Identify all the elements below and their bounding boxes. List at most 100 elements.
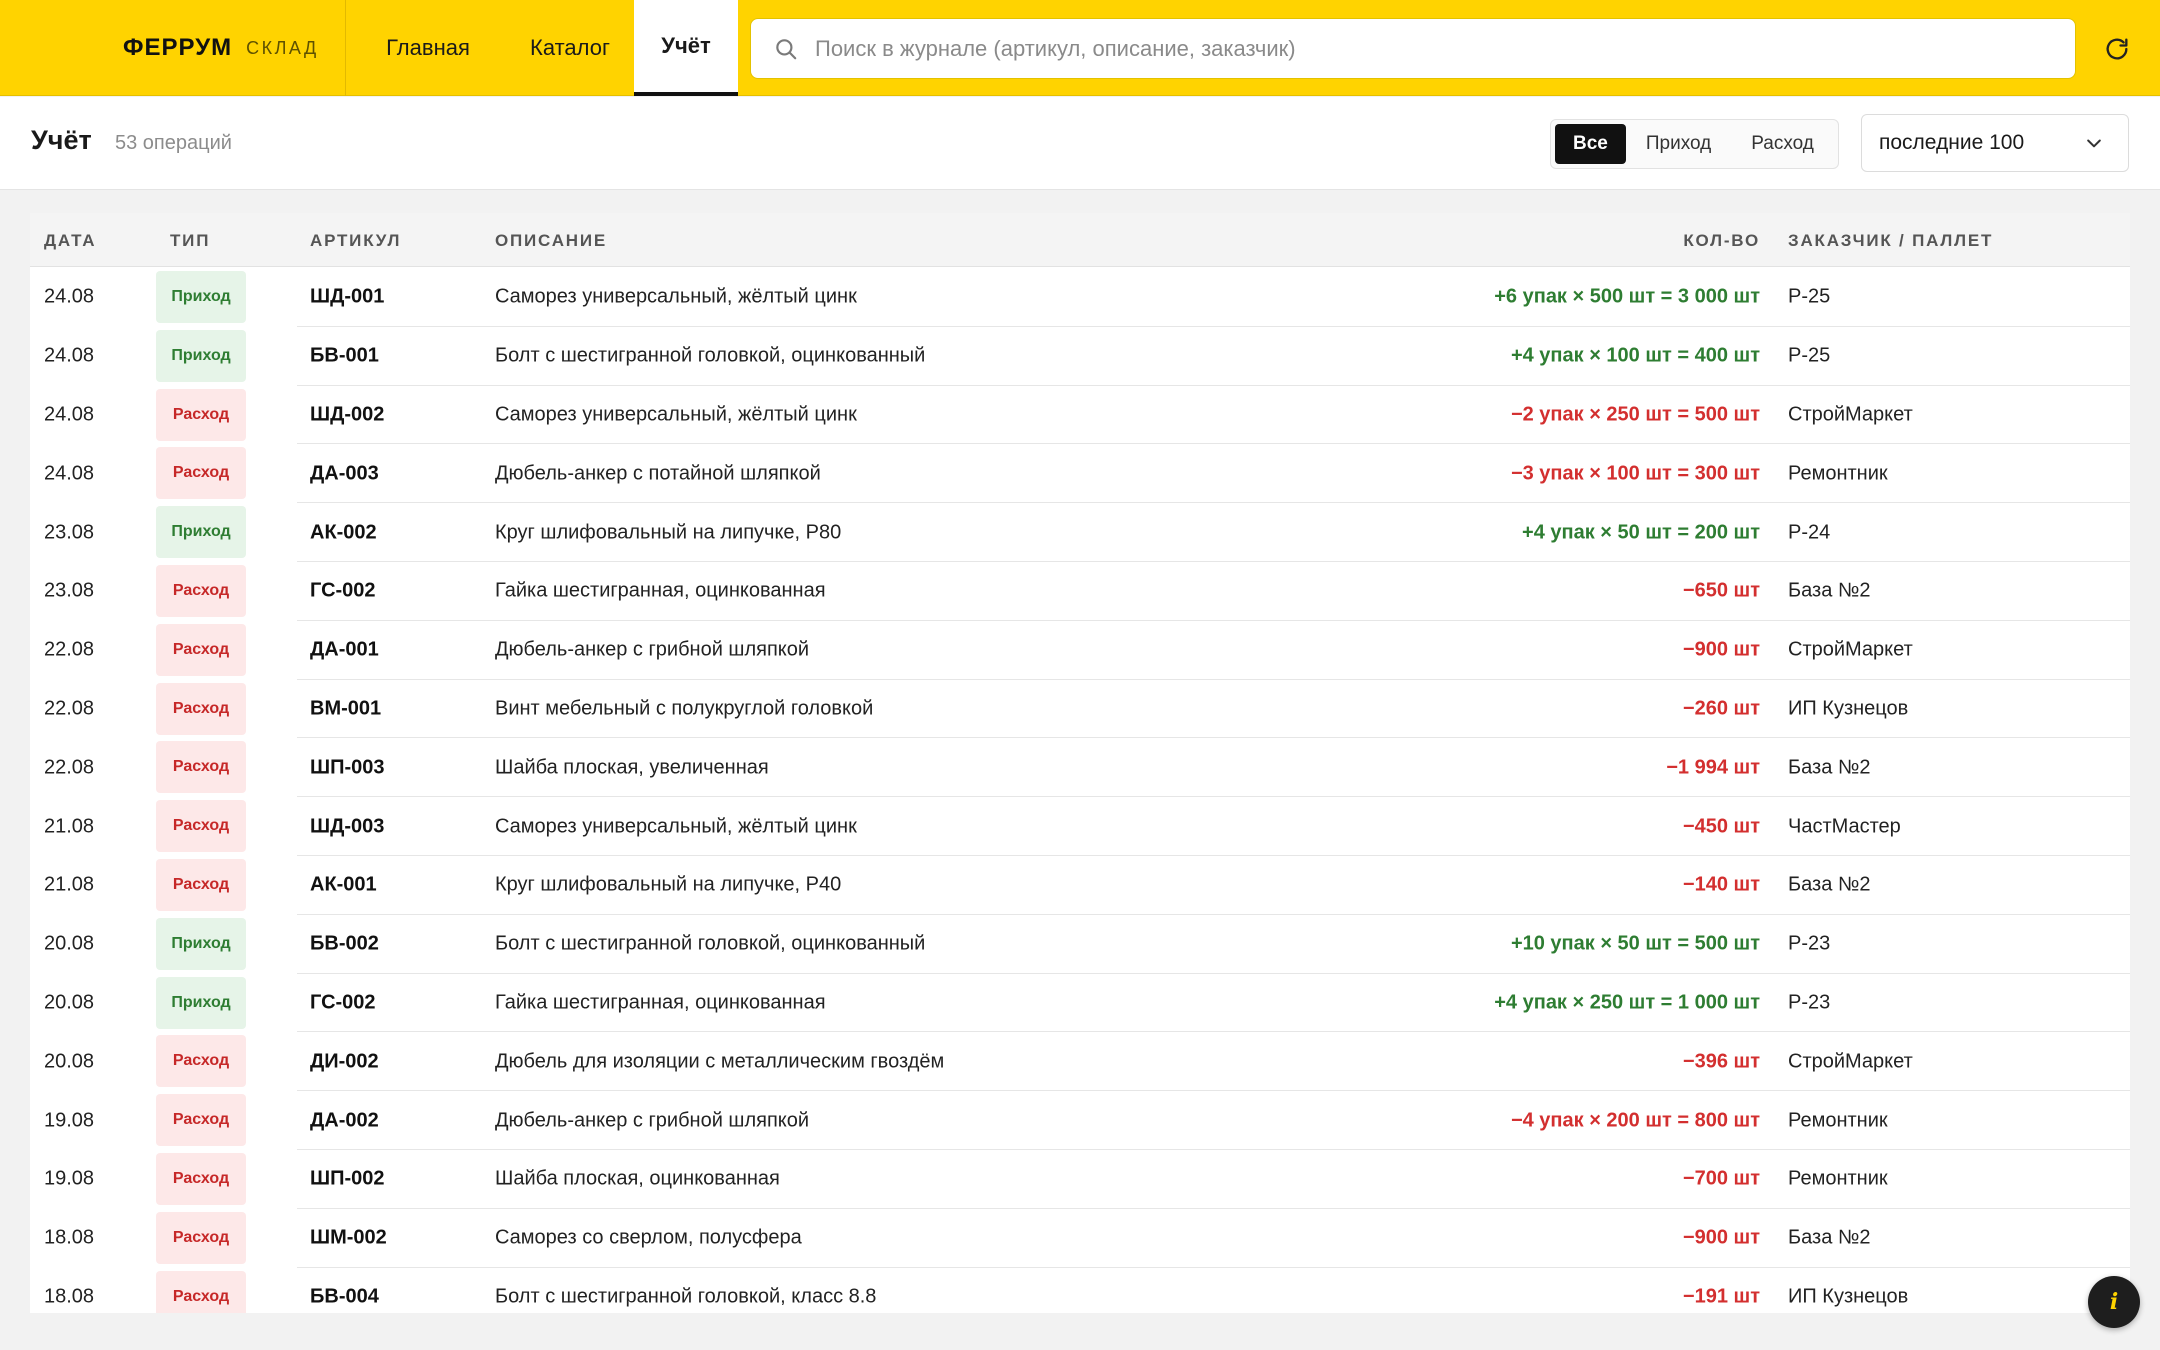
table-row[interactable]: 21.08 Расход АК-001 Круг шлифовальный на ли… bbox=[30, 856, 2130, 915]
table-row[interactable]: 24.08 Приход БВ-001 Болт с шестигранной гол… bbox=[30, 327, 2130, 386]
type-badge: Расход bbox=[156, 447, 246, 500]
operations-count: 53 операций bbox=[115, 132, 232, 154]
header-description[interactable]: ОПИСАНИЕ bbox=[495, 231, 607, 251]
row-sku: ШД-001 bbox=[310, 285, 385, 308]
row-sku: ДА-001 bbox=[310, 638, 379, 661]
row-customer: Р-25 bbox=[1788, 344, 1831, 367]
row-date: 18.08 bbox=[44, 1226, 95, 1249]
row-sku: БВ-004 bbox=[310, 1285, 379, 1308]
type-badge: Расход bbox=[156, 1270, 246, 1313]
chevron-down-icon bbox=[2087, 139, 2101, 148]
type-badge: Приход bbox=[156, 506, 246, 559]
row-description: Гайка шестигранная, оцинкованная bbox=[495, 991, 826, 1014]
table-row[interactable]: 24.08 Расход ДА-003 Дюбель-анкер с потайной… bbox=[30, 444, 2130, 504]
row-description: Дюбель-анкер с грибной шляпкой bbox=[495, 638, 810, 661]
table-row[interactable]: 18.08 Расход ШМ-002 Саморез со сверлом, пол… bbox=[30, 1209, 2130, 1268]
row-date: 23.08 bbox=[44, 579, 95, 602]
row-customer: СтройМаркет bbox=[1788, 1050, 1913, 1073]
table-row[interactable]: 22.08 Расход ВМ-001 Винт мебельный с полукр… bbox=[30, 680, 2130, 739]
row-description: Болт с шестигранной головкой, оцинкованн… bbox=[495, 344, 926, 367]
table-row[interactable]: 23.08 Приход АК-002 Круг шлифовальный на ли… bbox=[30, 503, 2130, 562]
row-date: 22.08 bbox=[44, 756, 95, 779]
row-date: 22.08 bbox=[44, 638, 95, 661]
row-customer: ИП Кузнецов bbox=[1788, 697, 1909, 720]
row-sku: ГС-002 bbox=[310, 579, 376, 602]
tab-catalog[interactable]: Каталог bbox=[506, 0, 634, 96]
search-box[interactable] bbox=[750, 18, 2076, 79]
row-description: Винт мебельный с полукруглой головкой bbox=[495, 697, 874, 720]
row-date: 20.08 bbox=[44, 932, 95, 955]
info-icon: i bbox=[2109, 1289, 2119, 1315]
row-date: 22.08 bbox=[44, 697, 95, 720]
filter-income-button[interactable]: Приход bbox=[1626, 124, 1731, 164]
row-customer: СтройМаркет bbox=[1788, 403, 1913, 426]
filter-expense-button[interactable]: Расход bbox=[1731, 124, 1834, 164]
row-quantity: −900 шт bbox=[1682, 638, 1760, 661]
table-row[interactable]: 20.08 Приход БВ-002 Болт с шестигранной гол… bbox=[30, 915, 2130, 974]
refresh-icon bbox=[2106, 38, 2128, 60]
brand-logo[interactable]: ФЕРРУМ СКЛАД bbox=[0, 0, 346, 96]
row-date: 18.08 bbox=[44, 1285, 95, 1308]
row-quantity: −260 шт bbox=[1682, 697, 1760, 720]
table-header: ДАТА ТИП АРТИКУЛ ОПИСАНИЕ КОЛ-ВО ЗАКАЗЧИ… bbox=[30, 213, 2130, 267]
row-date: 23.08 bbox=[44, 521, 95, 544]
row-description: Саморез со сверлом, полусфера bbox=[495, 1226, 802, 1249]
table-row[interactable]: 19.08 Расход ДА-002 Дюбель-анкер с грибной … bbox=[30, 1091, 2130, 1150]
table-row[interactable]: 22.08 Расход ДА-001 Дюбель-анкер с грибной … bbox=[30, 621, 2130, 680]
filter-all-button[interactable]: Все bbox=[1555, 124, 1626, 164]
row-customer: Р-24 bbox=[1788, 521, 1831, 544]
header-type[interactable]: ТИП bbox=[170, 231, 210, 251]
row-sku: ШП-003 bbox=[310, 756, 385, 779]
refresh-button[interactable] bbox=[2100, 32, 2134, 66]
tab-ledger[interactable]: Учёт bbox=[634, 0, 738, 96]
row-quantity: −450 шт bbox=[1682, 815, 1760, 838]
brand-name: ФЕРРУМ bbox=[123, 34, 233, 61]
table-row[interactable]: 24.08 Приход ШД-001 Саморез универсальный, … bbox=[30, 268, 2130, 327]
table-row[interactable]: 22.08 Расход ШП-003 Шайба плоская, увеличен… bbox=[30, 738, 2130, 798]
brand-subtitle: СКЛАД bbox=[246, 37, 319, 58]
row-customer: Р-23 bbox=[1788, 932, 1831, 955]
header-sku[interactable]: АРТИКУЛ bbox=[310, 231, 401, 251]
type-badge: Расход bbox=[156, 623, 246, 676]
type-badge: Приход bbox=[156, 271, 246, 323]
row-description: Саморез универсальный, жёлтый цинк bbox=[495, 815, 857, 838]
row-description: Гайка шестигранная, оцинкованная bbox=[495, 579, 826, 602]
row-customer: СтройМаркет bbox=[1788, 638, 1913, 661]
range-select[interactable]: последние 100 bbox=[1861, 114, 2129, 172]
row-quantity: +4 упак × 100 шт = 400 шт bbox=[1510, 344, 1760, 367]
row-quantity: −650 шт bbox=[1682, 579, 1760, 602]
table-row[interactable]: 23.08 Расход ГС-002 Гайка шестигранная, оци… bbox=[30, 562, 2130, 621]
table-row[interactable]: 20.08 Расход ДИ-002 Дюбель для изоляции с м… bbox=[30, 1032, 2130, 1092]
search-input[interactable] bbox=[815, 35, 2055, 62]
type-badge: Расход bbox=[156, 682, 246, 735]
top-bar: ФЕРРУМ СКЛАД Главная Каталог Учёт bbox=[0, 0, 2160, 96]
row-sku: ДА-003 bbox=[310, 462, 379, 485]
row-quantity: −700 шт bbox=[1682, 1167, 1760, 1190]
table-row[interactable]: 19.08 Расход ШП-002 Шайба плоская, оцинкова… bbox=[30, 1150, 2130, 1209]
row-sku: БВ-001 bbox=[310, 344, 379, 367]
header-customer[interactable]: ЗАКАЗЧИК / ПАЛЛЕТ bbox=[1788, 231, 1993, 251]
row-sku: ДА-002 bbox=[310, 1109, 379, 1132]
search-icon bbox=[776, 38, 797, 59]
row-description: Шайба плоская, оцинкованная bbox=[495, 1167, 780, 1190]
row-quantity: −1 994 шт bbox=[1666, 756, 1760, 779]
table-row[interactable]: 18.08 Расход БВ-004 Болт с шестигранной гол… bbox=[30, 1268, 2130, 1313]
type-badge: Приход bbox=[156, 917, 246, 970]
header-date[interactable]: ДАТА bbox=[44, 231, 96, 251]
header-quantity[interactable]: КОЛ-ВО bbox=[1683, 231, 1760, 251]
table-row[interactable]: 21.08 Расход ШД-003 Саморез универсальный, … bbox=[30, 797, 2130, 856]
row-quantity: −191 шт bbox=[1682, 1285, 1760, 1308]
row-date: 19.08 bbox=[44, 1109, 95, 1132]
info-button[interactable]: i bbox=[2088, 1276, 2140, 1328]
row-date: 20.08 bbox=[44, 1050, 95, 1073]
row-quantity: +10 упак × 50 шт = 500 шт bbox=[1510, 932, 1760, 955]
row-date: 24.08 bbox=[44, 344, 95, 367]
row-sku: ШД-002 bbox=[310, 403, 385, 426]
tab-home[interactable]: Главная bbox=[350, 0, 506, 96]
row-description: Круг шлифовальный на липучке, P40 bbox=[495, 873, 842, 896]
row-date: 24.08 bbox=[44, 403, 95, 426]
type-badge: Расход bbox=[156, 1211, 246, 1264]
table-row[interactable]: 20.08 Приход ГС-002 Гайка шестигранная, оци… bbox=[30, 974, 2130, 1033]
table-row[interactable]: 24.08 Расход ШД-002 Саморез универсальный, … bbox=[30, 386, 2130, 445]
row-description: Шайба плоская, увеличенная bbox=[495, 756, 769, 779]
